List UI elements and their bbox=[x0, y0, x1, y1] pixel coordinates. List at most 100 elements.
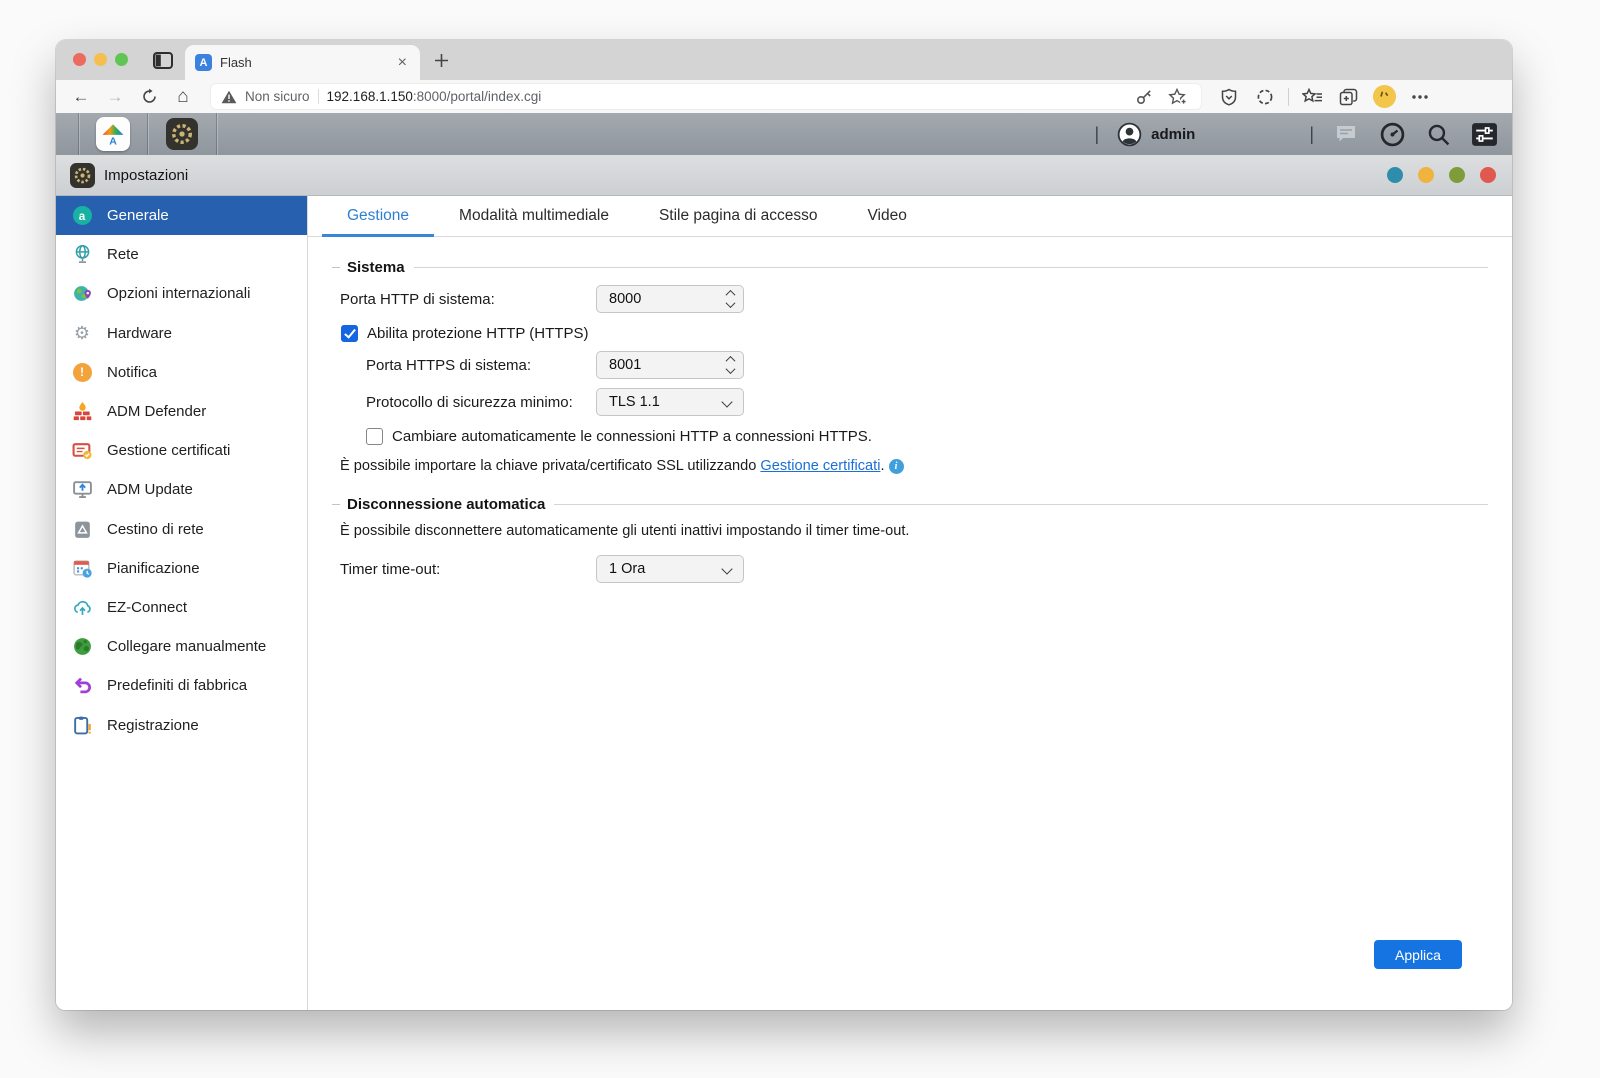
asustor-logo-icon[interactable]: A bbox=[96, 117, 130, 151]
url-text[interactable]: 192.168.1.150:8000/portal/index.cgi bbox=[327, 89, 1123, 104]
reload-icon[interactable] bbox=[134, 84, 164, 110]
auto-redirect-checkbox[interactable] bbox=[366, 428, 383, 445]
url-host: 192.168.1.150 bbox=[326, 89, 413, 104]
tab-overview-icon[interactable] bbox=[152, 50, 174, 70]
sidebar-item-opzioni-internazionali[interactable]: Opzioni internazionali bbox=[56, 274, 307, 313]
monitor-update-icon bbox=[70, 479, 94, 501]
settings-content: Gestione Modalità multimediale Stile pag… bbox=[308, 196, 1512, 1010]
sidebar-item-adm-defender[interactable]: ADM Defender bbox=[56, 392, 307, 431]
https-port-spinner[interactable] bbox=[725, 352, 736, 378]
url-divider bbox=[317, 89, 319, 104]
chevron-down-icon bbox=[721, 396, 733, 408]
certificate-card-icon bbox=[70, 440, 94, 462]
preferences-sliders-icon[interactable] bbox=[1470, 121, 1498, 147]
http-port-field[interactable] bbox=[596, 285, 744, 313]
min-protocol-select[interactable]: TLS 1.1 bbox=[596, 388, 744, 416]
new-tab-button[interactable] bbox=[430, 49, 452, 71]
network-globe-icon bbox=[70, 244, 94, 266]
https-port-field[interactable] bbox=[596, 351, 744, 379]
sidebar-item-registrazione[interactable]: Registrazione bbox=[56, 705, 307, 744]
search-icon[interactable] bbox=[1424, 121, 1452, 147]
sidebar-item-notifica[interactable]: ! Notifica bbox=[56, 353, 307, 392]
window-dot-red[interactable] bbox=[1480, 167, 1496, 183]
sidebar-item-gestione-certificati[interactable]: Gestione certificati bbox=[56, 431, 307, 470]
tab-title: Flash bbox=[220, 55, 252, 70]
generale-icon: a bbox=[70, 205, 94, 227]
home-icon[interactable]: ⌂ bbox=[168, 84, 198, 110]
back-icon[interactable]: ← bbox=[66, 84, 96, 110]
settings-menu-icon[interactable] bbox=[1407, 84, 1433, 110]
sidebar-item-predefiniti-di-fabbrica[interactable]: Predefiniti di fabbrica bbox=[56, 666, 307, 705]
toolbar-right-cluster bbox=[1216, 84, 1433, 110]
close-window-button[interactable] bbox=[73, 53, 86, 66]
adm-taskbar-right: | admin | bbox=[1094, 113, 1498, 155]
toolbar-separator bbox=[1288, 87, 1289, 106]
shield-icon[interactable] bbox=[1216, 84, 1242, 110]
site-favicon: A bbox=[195, 54, 212, 71]
ssl-note-text: È possibile importare la chiave privata/… bbox=[340, 458, 757, 474]
apply-button[interactable]: Applica bbox=[1374, 940, 1462, 969]
security-label[interactable]: Non sicuro bbox=[245, 89, 310, 104]
username-label: admin bbox=[1151, 125, 1196, 143]
tab-modalita-multimediale[interactable]: Modalità multimediale bbox=[434, 196, 634, 236]
taskbar-pipe: | bbox=[1094, 123, 1100, 144]
messages-icon[interactable] bbox=[1332, 121, 1360, 147]
password-key-icon[interactable] bbox=[1131, 84, 1157, 110]
extensions-icon[interactable] bbox=[1252, 84, 1278, 110]
http-port-spinner[interactable] bbox=[725, 286, 736, 312]
sidebar-item-rete[interactable]: Rete bbox=[56, 235, 307, 274]
settings-app-icon[interactable] bbox=[166, 118, 198, 150]
window-dot-green[interactable] bbox=[1449, 167, 1465, 183]
gestione-certificati-link[interactable]: Gestione certificati bbox=[760, 458, 880, 474]
user-menu[interactable]: admin bbox=[1117, 122, 1195, 147]
profile-avatar[interactable] bbox=[1371, 84, 1397, 110]
taskbar-divider bbox=[216, 113, 217, 155]
sidebar-item-cestino-di-rete[interactable]: Cestino di rete bbox=[56, 510, 307, 549]
sidebar-item-pianificazione[interactable]: Pianificazione bbox=[56, 549, 307, 588]
zoom-window-button[interactable] bbox=[115, 53, 128, 66]
info-icon[interactable]: i bbox=[888, 458, 904, 474]
app-window-titlebar: Impostazioni bbox=[56, 155, 1512, 196]
https-enable-label: Abilita protezione HTTP (HTTPS) bbox=[367, 325, 589, 342]
sidebar-item-adm-update[interactable]: ADM Update bbox=[56, 470, 307, 509]
min-protocol-row: Protocollo di sicurezza minimo: TLS 1.1 bbox=[366, 388, 1488, 416]
calendar-clock-icon bbox=[70, 557, 94, 579]
add-favorite-star-icon[interactable] bbox=[1165, 84, 1191, 110]
tab-video[interactable]: Video bbox=[843, 196, 932, 236]
minimize-window-button[interactable] bbox=[94, 53, 107, 66]
clipboard-icon bbox=[70, 714, 94, 736]
macos-traffic-lights bbox=[73, 53, 128, 66]
sidebar-item-ez-connect[interactable]: EZ-Connect bbox=[56, 588, 307, 627]
browser-tabstrip: A Flash × bbox=[56, 40, 1512, 80]
favorites-icon[interactable] bbox=[1299, 84, 1325, 110]
tab-gestione[interactable]: Gestione bbox=[322, 196, 435, 237]
timeout-select[interactable]: 1 Ora bbox=[596, 555, 744, 583]
collections-icon[interactable] bbox=[1335, 84, 1361, 110]
sidebar-item-collegare-manualmente[interactable]: Collegare manualmente bbox=[56, 627, 307, 666]
sidebar-item-hardware[interactable]: ⚙ Hardware bbox=[56, 314, 307, 353]
window-dot-yellow[interactable] bbox=[1418, 167, 1434, 183]
min-protocol-label: Protocollo di sicurezza minimo: bbox=[366, 393, 573, 411]
address-bar[interactable]: Non sicuro 192.168.1.150:8000/portal/ind… bbox=[210, 83, 1202, 110]
cloud-upload-icon bbox=[70, 596, 94, 618]
browser-tab-flash[interactable]: A Flash × bbox=[185, 45, 420, 80]
https-port-input[interactable] bbox=[609, 357, 709, 373]
auto-redirect-row: Cambiare automaticamente le connessioni … bbox=[366, 428, 1488, 445]
section-title: Disconnessione automatica bbox=[347, 496, 546, 513]
close-tab-icon[interactable]: × bbox=[395, 54, 410, 71]
timeout-value: 1 Ora bbox=[609, 561, 646, 577]
wrench-gear-icon: ⚙ bbox=[73, 323, 91, 344]
http-port-input[interactable] bbox=[609, 291, 709, 307]
https-port-label: Porta HTTPS di sistema: bbox=[366, 356, 532, 374]
resource-monitor-gauge-icon[interactable] bbox=[1378, 121, 1406, 147]
https-enable-checkbox[interactable] bbox=[341, 325, 358, 342]
window-dot-blue[interactable] bbox=[1387, 167, 1403, 183]
forward-icon[interactable]: → bbox=[100, 84, 130, 110]
min-protocol-value: TLS 1.1 bbox=[609, 394, 660, 410]
international-globe-pin-icon bbox=[70, 283, 94, 305]
sidebar-item-generale[interactable]: a Generale bbox=[56, 196, 307, 236]
auto-logout-section-header: Disconnessione automatica bbox=[332, 496, 1488, 513]
tab-stile-pagina-di-accesso[interactable]: Stile pagina di accesso bbox=[634, 196, 843, 236]
firewall-flame-icon bbox=[70, 401, 94, 423]
not-secure-warning-icon[interactable] bbox=[221, 90, 237, 104]
